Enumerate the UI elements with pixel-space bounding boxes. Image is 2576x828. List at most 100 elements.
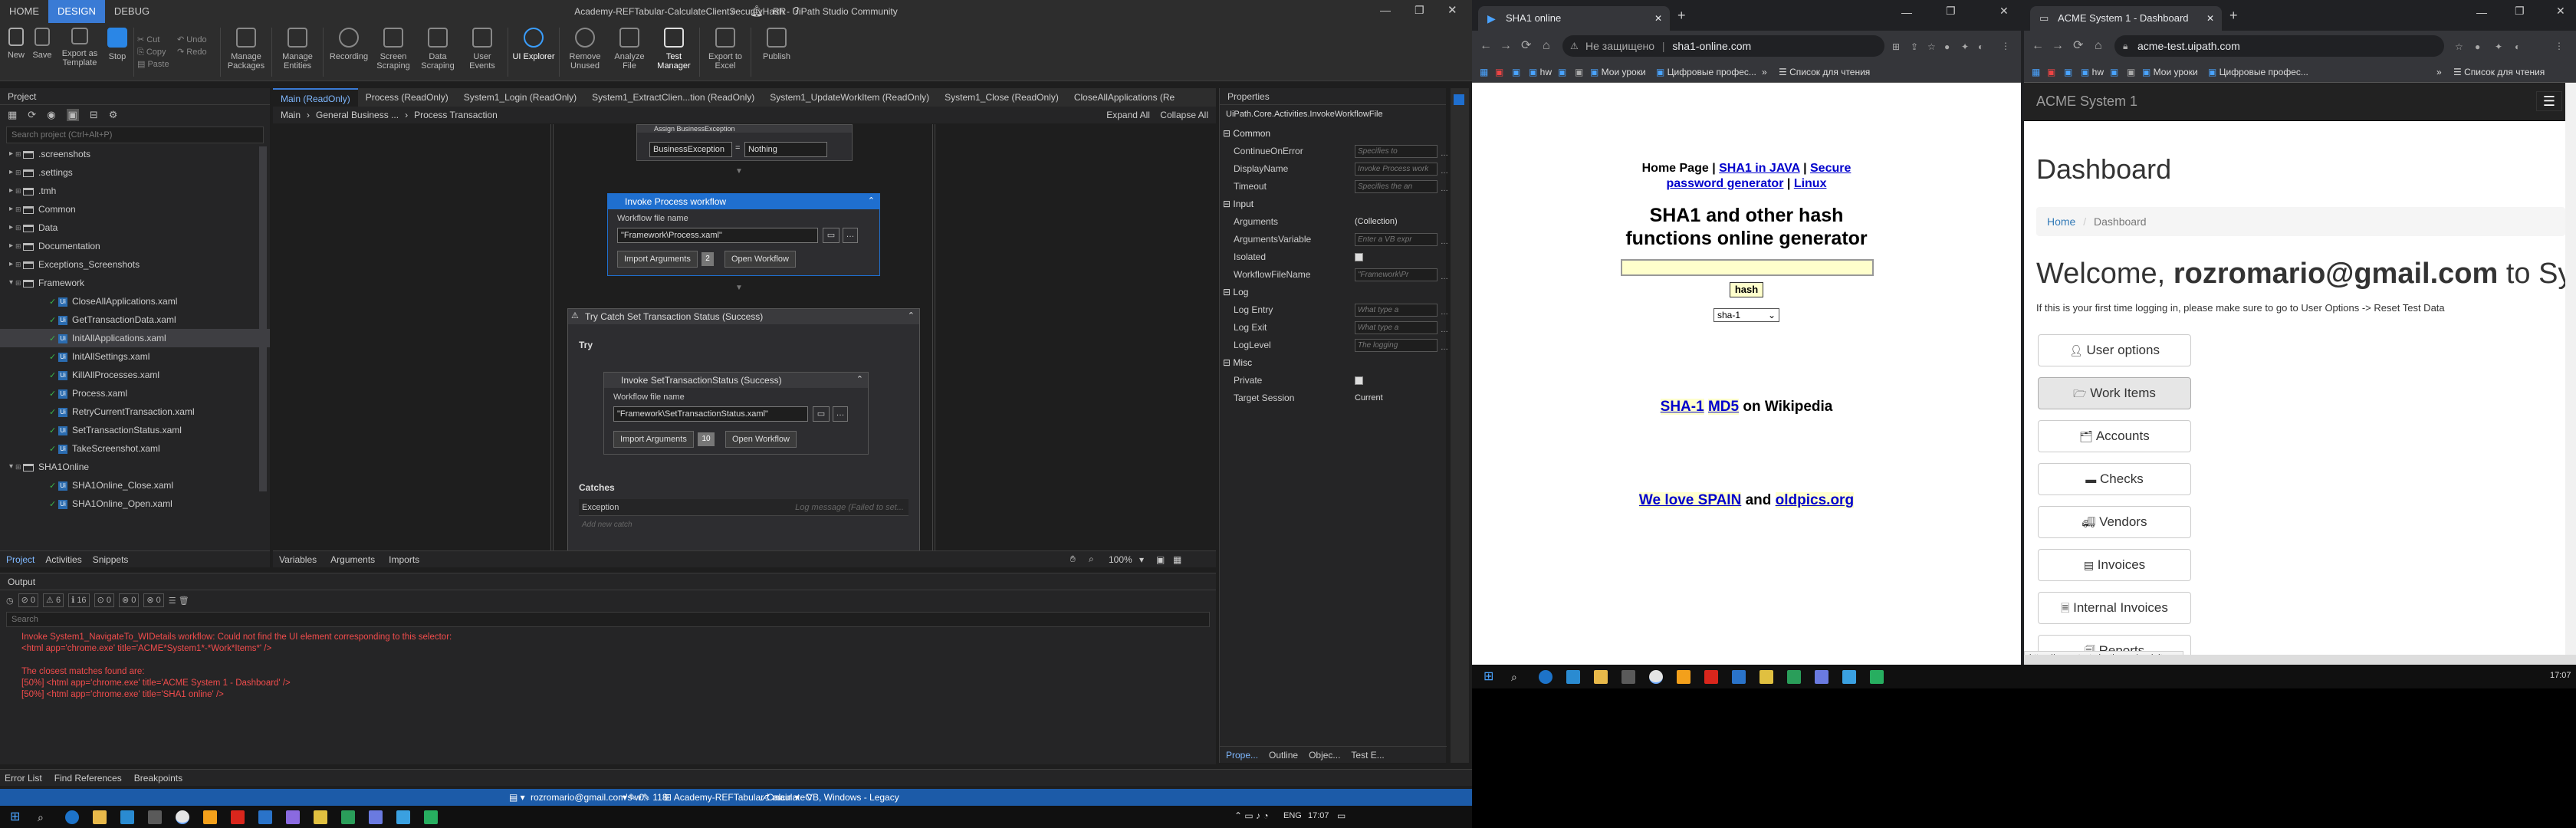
document-tab[interactable]: Process (ReadOnly) — [358, 88, 456, 107]
address-bar[interactable]: ⚠ Не защищено | sha1-online.com — [1562, 35, 1884, 57]
puzzle-icon[interactable]: ✦ — [2495, 39, 2502, 54]
more-button[interactable]: … — [843, 228, 858, 243]
info-filter[interactable]: ℹ 16 — [68, 593, 90, 607]
profile-icon[interactable]: ◐ — [1978, 39, 1983, 54]
expand-all-link[interactable]: Expand All — [1106, 110, 1150, 120]
orchestrator-icon[interactable]: ▤ ▾ — [509, 789, 525, 806]
overview-icon[interactable]: ▦ — [1173, 554, 1181, 565]
expander-icon[interactable]: ▾ — [9, 458, 13, 476]
tab-outline[interactable]: Outline — [1269, 750, 1298, 761]
linux-link[interactable]: Linux — [1794, 177, 1827, 190]
manage-packages-button[interactable]: Manage Packages — [224, 25, 268, 80]
clock[interactable]: 17:07 — [1308, 811, 1329, 820]
tab-project[interactable]: Project — [6, 554, 34, 565]
property-value-input[interactable]: The logging — [1355, 339, 1438, 352]
translate-icon[interactable]: ⊞ — [1892, 39, 1900, 54]
property-value-input[interactable]: What type a — [1355, 321, 1438, 334]
expander-icon[interactable]: ▸ — [9, 255, 13, 274]
more-bookmarks-icon[interactable]: » — [2436, 61, 2442, 83]
invoices-button[interactable]: ▤ Invoices — [2038, 549, 2191, 581]
catch-row[interactable]: Exception Log message (Failed to set... — [579, 499, 909, 516]
chrome-icon[interactable] — [1649, 669, 1663, 684]
profile-icon[interactable]: ◐ — [2515, 39, 2520, 54]
ui-explorer-button[interactable]: UI Explorer — [511, 25, 556, 80]
expander-icon[interactable]: ▸ — [9, 200, 13, 219]
property-row[interactable]: Arguments (Collection) — [1220, 213, 1446, 231]
property-value-input[interactable]: What type a — [1355, 304, 1438, 317]
tree-file[interactable]: ✓ Ui Process.xaml — [0, 384, 270, 402]
more-button[interactable]: … — [1441, 180, 1448, 198]
warnings-filter[interactable]: ⚠ 6 — [43, 593, 64, 607]
notification-bell-icon[interactable]: 🔔︎ — [750, 5, 764, 18]
recording-button[interactable]: Recording — [327, 25, 371, 80]
analyze-file-button[interactable]: Analyze File — [607, 25, 652, 80]
property-value-input[interactable]: Specifies to — [1355, 145, 1438, 158]
more-bookmarks-icon[interactable]: » — [1762, 61, 1767, 83]
ribbon-tab-home[interactable]: HOME — [0, 0, 48, 23]
md5-wiki-link[interactable]: MD5 — [1707, 399, 1740, 415]
edge-icon[interactable] — [65, 810, 79, 824]
property-row[interactable]: ArgumentsVariable Enter a VB expr… — [1220, 231, 1448, 248]
search-icon[interactable]: ⌕ — [1511, 670, 1525, 684]
property-row[interactable]: Private — [1220, 372, 1446, 389]
expander-icon[interactable]: ▸ — [9, 237, 13, 255]
apps-icon[interactable]: ▦ — [2032, 61, 2040, 83]
tree-folder[interactable]: ▾ ⊞ Framework — [0, 274, 270, 292]
clear-output-icon[interactable]: ☰ 🗑︎ — [169, 596, 189, 606]
workflow-file-input[interactable]: "Framework\SetTransactionStatus.xaml" — [613, 406, 808, 422]
property-category[interactable]: ⊟ Common — [1220, 125, 1446, 143]
open-workflow-button[interactable]: Open Workflow — [724, 251, 796, 268]
app-icon[interactable] — [1870, 669, 1884, 684]
data-scraping-button[interactable]: Data Scraping — [416, 25, 460, 80]
paste-button[interactable]: ▤ Paste — [137, 58, 177, 71]
tab-snippets[interactable]: Snippets — [93, 554, 129, 565]
fit-icon[interactable]: ▣ — [1156, 554, 1165, 565]
forward-icon[interactable]: → — [1500, 38, 1512, 54]
screen-scraping-button[interactable]: Screen Scraping — [371, 25, 416, 80]
app-icon[interactable] — [369, 810, 383, 824]
extension-icon[interactable]: ● — [1944, 39, 1950, 54]
back-icon[interactable]: ← — [2032, 38, 2044, 54]
undo-button[interactable]: ↶ Undo — [177, 34, 217, 46]
checkbox[interactable] — [1355, 253, 1363, 261]
critical-filter[interactable]: ⊗ 0 — [118, 593, 140, 607]
import-arguments-button[interactable]: Import Arguments — [613, 431, 694, 448]
tree-folder[interactable]: ▸ ⊞ .settings — [0, 163, 270, 182]
breadcrumb-main[interactable]: Main — [281, 110, 301, 120]
ribbon-tab-design[interactable]: DESIGN — [48, 0, 105, 23]
reload-icon[interactable]: ⟳ — [1521, 38, 1531, 54]
bookmark-moi-uroki[interactable]: ▣ Мои уроки — [1590, 61, 1646, 83]
app-icon[interactable] — [1842, 669, 1856, 684]
brand[interactable]: ACME System 1 — [2036, 94, 2137, 110]
clock[interactable]: 17:07 — [2550, 671, 2571, 680]
imports-tab[interactable]: Imports — [389, 554, 419, 565]
store-icon[interactable] — [120, 810, 134, 824]
password-generator-link[interactable]: password generator — [1667, 177, 1784, 190]
app-icon[interactable] — [314, 810, 327, 824]
bookmark-icon[interactable]: ▣ — [2047, 61, 2055, 83]
property-row[interactable]: Target Session Current — [1220, 389, 1446, 407]
tab-test-explorer[interactable]: Test E... — [1351, 750, 1384, 761]
uipath-icon[interactable] — [1732, 669, 1746, 684]
assign-activity[interactable]: Assign BusinessException BusinessExcepti… — [636, 124, 853, 161]
vendors-button[interactable]: 🚚︎ Vendors — [2038, 506, 2191, 538]
document-tab[interactable]: CloseAllApplications (Re — [1066, 88, 1182, 107]
extension-icon[interactable]: ● — [2475, 39, 2480, 54]
tab-sha1-online[interactable]: ▶ SHA1 online ✕ — [1478, 6, 1670, 31]
bookmark-hw[interactable]: ▣ hw — [1529, 61, 1552, 83]
tree-file[interactable]: ✓ Ui GetTransactionData.xaml — [0, 310, 270, 329]
document-tab[interactable]: System1_ExtractClien...tion (ReadOnly) — [584, 88, 762, 107]
user-options-button[interactable]: 👤︎ User options — [2038, 334, 2191, 366]
edge-icon[interactable] — [1539, 669, 1552, 684]
internal-invoices-button[interactable]: 🗏︎ Internal Invoices — [2038, 592, 2191, 624]
document-tab[interactable]: Main (ReadOnly) — [273, 88, 358, 107]
open-workflow-button[interactable]: Open Workflow — [725, 431, 797, 448]
breadcrumb-process-transaction[interactable]: Process Transaction — [414, 110, 498, 120]
hash-button[interactable]: hash — [1730, 282, 1763, 297]
property-row[interactable]: Log Exit What type a… — [1220, 319, 1448, 337]
reading-list[interactable]: ☰ Список для чтения — [2453, 61, 2545, 83]
project-search-input[interactable]: Search project (Ctrl+Alt+P) — [6, 127, 264, 143]
tree-folder[interactable]: ▾ ⊞ SHA1Online — [0, 458, 270, 476]
errors-filter[interactable]: ⊘ 0 — [18, 593, 39, 607]
bookmark-icon[interactable]: ▣ — [1512, 61, 1520, 83]
